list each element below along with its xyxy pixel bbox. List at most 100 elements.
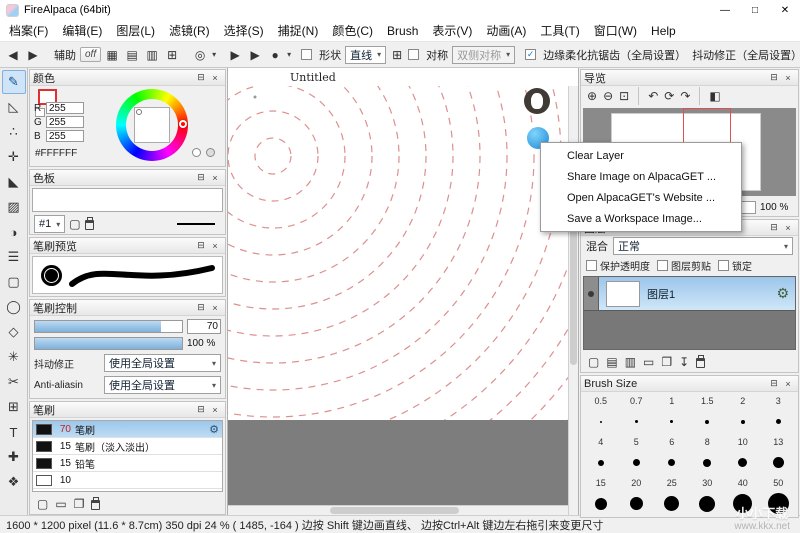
dock-icon[interactable]: ⊟ [767, 71, 781, 84]
close-icon[interactable]: × [208, 171, 222, 184]
hand-tool[interactable]: ❖ [2, 470, 26, 494]
brush-size-option[interactable]: 4 [583, 435, 619, 476]
color-history-swatch[interactable] [192, 148, 201, 157]
palette-swatch-list[interactable] [32, 188, 223, 212]
brush-size-option[interactable]: 20 [619, 476, 655, 517]
select-polygon-tool[interactable]: ◇ [2, 320, 26, 344]
close-icon[interactable]: × [781, 221, 795, 234]
canvas-viewport[interactable] [228, 86, 578, 515]
palette-page-dropdown[interactable]: #1 [34, 215, 65, 233]
stamp-tool[interactable]: ◑ [2, 220, 26, 244]
menu-select[interactable]: 选择(S) [217, 20, 271, 41]
rotate-cw-icon[interactable]: ↷ [680, 89, 690, 103]
add-color-icon[interactable]: ▢ [69, 217, 80, 231]
add-brush-icon[interactable]: ▢ [37, 497, 48, 511]
brush-size-option[interactable]: 2 [725, 394, 761, 435]
new-layer-icon[interactable]: ▢ [588, 355, 599, 369]
antialias-dropdown[interactable]: 使用全局设置 [104, 376, 221, 394]
menu-brush[interactable]: Brush [380, 20, 425, 41]
menu-filter[interactable]: 滤镜(R) [162, 20, 217, 41]
brush-size-option[interactable]: 0.5 [583, 394, 619, 435]
nav-back-icon[interactable]: ◀ [4, 45, 22, 65]
close-button[interactable]: ✕ [770, 0, 800, 20]
close-icon[interactable]: × [208, 71, 222, 84]
menu-item-share-image[interactable]: Share Image on AlpacaGET ... [541, 166, 741, 187]
antialias-checkbox[interactable] [525, 49, 536, 60]
protect-alpha-checkbox[interactable] [586, 260, 597, 271]
maximize-button[interactable]: □ [740, 0, 770, 20]
snap-vanish1-icon[interactable]: ▶ [226, 45, 244, 65]
duplicate-brush-icon[interactable]: ❐ [74, 497, 85, 511]
layer-convert-icon[interactable]: ▥ [625, 355, 636, 369]
horizontal-scrollbar[interactable] [228, 505, 568, 515]
menu-animation[interactable]: 动画(A) [479, 20, 533, 41]
menu-edit[interactable]: 编辑(E) [55, 20, 109, 41]
menu-window[interactable]: 窗口(W) [587, 20, 644, 41]
brush-size-option[interactable]: 1.5 [690, 394, 726, 435]
protect-alpha-option[interactable]: 保护透明度 [586, 258, 650, 273]
gear-icon[interactable]: ⚙ [209, 423, 219, 436]
blend-mode-dropdown[interactable]: 正常 [613, 237, 793, 255]
brush-folder-icon[interactable]: ▭ [55, 497, 66, 511]
duplicate-layer-icon[interactable]: ❐ [661, 355, 672, 369]
clipping-checkbox[interactable] [657, 260, 668, 271]
menu-item-open-website[interactable]: Open AlpacaGET's Website ... [541, 187, 741, 208]
lock-option[interactable]: 锁定 [718, 258, 752, 273]
chevron-down-icon[interactable]: ▾ [212, 50, 216, 59]
menu-snap[interactable]: 捕捉(N) [271, 20, 326, 41]
new-layer-menu-icon[interactable]: ▤ [606, 355, 617, 369]
rotate-ccw-icon[interactable]: ↶ [648, 89, 658, 103]
brush-size-option[interactable]: 0.7 [619, 394, 655, 435]
close-icon[interactable]: × [781, 377, 795, 390]
dock-icon[interactable]: ⊟ [194, 239, 208, 252]
clipping-option[interactable]: 图层剪贴 [657, 258, 711, 273]
menu-item-save-workspace-image[interactable]: Save a Workspace Image... [541, 208, 741, 229]
menu-tool[interactable]: 工具(T) [533, 20, 586, 41]
menu-file[interactable]: 档案(F) [2, 20, 55, 41]
gear-icon[interactable]: ⚙ [776, 285, 789, 302]
brush-tip-icon[interactable]: ● [266, 45, 284, 65]
flip-icon[interactable]: ◧ [709, 89, 720, 103]
close-icon[interactable]: × [208, 301, 222, 314]
brush-size-option[interactable]: 10 [725, 435, 761, 476]
dock-icon[interactable]: ⊟ [194, 403, 208, 416]
move-tool[interactable]: ✛ [2, 145, 26, 169]
brush-size-slider[interactable] [34, 320, 183, 333]
shape-type-dropdown[interactable]: 直线 [345, 46, 386, 64]
smudge-tool[interactable]: ∴ [2, 120, 26, 144]
grid-cross-icon[interactable]: ⊞ [163, 45, 181, 65]
r-field[interactable]: 255 [46, 102, 84, 114]
drawing-canvas[interactable] [228, 86, 568, 420]
brush-size-option[interactable]: 13 [761, 435, 797, 476]
grid-cols-icon[interactable]: ▥ [143, 45, 161, 65]
layer-row[interactable]: 图层1 ⚙ [584, 277, 795, 311]
close-icon[interactable]: × [208, 403, 222, 416]
text-tool[interactable]: T [2, 420, 26, 444]
menu-color[interactable]: 颜色(C) [325, 20, 380, 41]
merge-down-icon[interactable]: ↧ [679, 355, 689, 369]
brush-list-item[interactable]: 10 [33, 472, 222, 489]
dock-icon[interactable]: ⊟ [194, 171, 208, 184]
zoom-reset-icon[interactable]: ⊡ [619, 89, 629, 103]
brush-size-option[interactable]: 5 [619, 435, 655, 476]
color-wheel[interactable] [116, 89, 188, 161]
document-tab[interactable]: Untitled [228, 68, 578, 86]
dock-icon[interactable]: ⊟ [767, 221, 781, 234]
snap-vanish2-icon[interactable]: ▶ [246, 45, 264, 65]
eraser-tool[interactable]: ◺ [2, 95, 26, 119]
g-field[interactable]: 255 [46, 116, 84, 128]
select-ellipse-tool[interactable]: ◯ [2, 295, 26, 319]
bucket-tool[interactable]: ◣ [2, 170, 26, 194]
menu-view[interactable]: 表示(V) [425, 20, 479, 41]
delete-color-icon[interactable] [85, 220, 94, 230]
brush-size-option[interactable]: 8 [690, 435, 726, 476]
grid-small-icon[interactable]: ⊞ [388, 45, 406, 65]
magic-wand-tool[interactable]: ✳ [2, 345, 26, 369]
close-icon[interactable]: × [208, 239, 222, 252]
dock-icon[interactable]: ⊟ [767, 377, 781, 390]
brush-size-option[interactable]: 25 [654, 476, 690, 517]
dock-icon[interactable]: ⊟ [194, 71, 208, 84]
symmetry-checkbox[interactable] [408, 49, 419, 60]
nav-forward-icon[interactable]: ▶ [24, 45, 42, 65]
snap-circle-icon[interactable]: ◎ [191, 45, 209, 65]
